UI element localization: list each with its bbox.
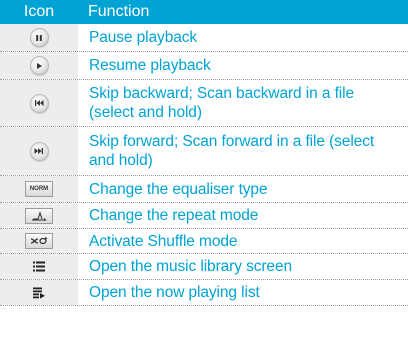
icon-cell (0, 280, 79, 305)
table-row: NORM Change the equaliser type (0, 176, 408, 203)
table-row: Open the now playing list (0, 280, 408, 306)
now-playing-list-icon (32, 286, 46, 300)
function-text: Open the music library screen (89, 258, 292, 275)
icon-cell (0, 229, 79, 253)
function-text: Change the equaliser type (89, 180, 268, 198)
icon-function-table: Icon Function Pause playback Resume play… (0, 0, 408, 306)
icon-cell (0, 127, 79, 175)
function-text: Pause playback (89, 29, 198, 46)
function-text: Skip backward; Scan backward in a file (… (89, 85, 354, 121)
table-row: Resume playback (0, 52, 408, 80)
icon-cell (0, 24, 79, 51)
repeat-mode-icon (25, 207, 53, 224)
table-row: Pause playback (0, 24, 408, 52)
function-text: Skip forward; Scan forward in a file (se… (89, 133, 375, 169)
function-text: Open the now playing list (89, 284, 260, 301)
function-text: Resume playback (89, 57, 211, 74)
equaliser-icon: NORM (25, 181, 53, 197)
icon-cell (0, 52, 79, 79)
music-library-icon (32, 260, 46, 274)
table-row: Open the music library screen (0, 254, 408, 280)
function-text: Activate Shuffle mode (89, 232, 238, 250)
pause-icon (29, 28, 49, 47)
icon-cell (0, 203, 79, 228)
icon-cell (0, 80, 79, 126)
icon-cell: NORM (0, 176, 79, 202)
function-text: Change the repeat mode (89, 207, 259, 224)
table-header: Icon Function (0, 0, 408, 24)
table-row: Change the repeat mode (0, 203, 408, 229)
table-row: Skip forward; Scan forward in a file (se… (0, 127, 408, 176)
shuffle-icon (25, 233, 53, 249)
skip-forward-icon (29, 141, 49, 161)
play-icon (29, 56, 49, 75)
header-function-column: Function (88, 3, 150, 20)
header-icon-column: Icon (23, 3, 55, 20)
table-row: Activate Shuffle mode (0, 229, 408, 254)
skip-backward-icon (29, 93, 49, 113)
icon-cell (0, 254, 79, 279)
table-row: Skip backward; Scan backward in a file (… (0, 80, 408, 127)
